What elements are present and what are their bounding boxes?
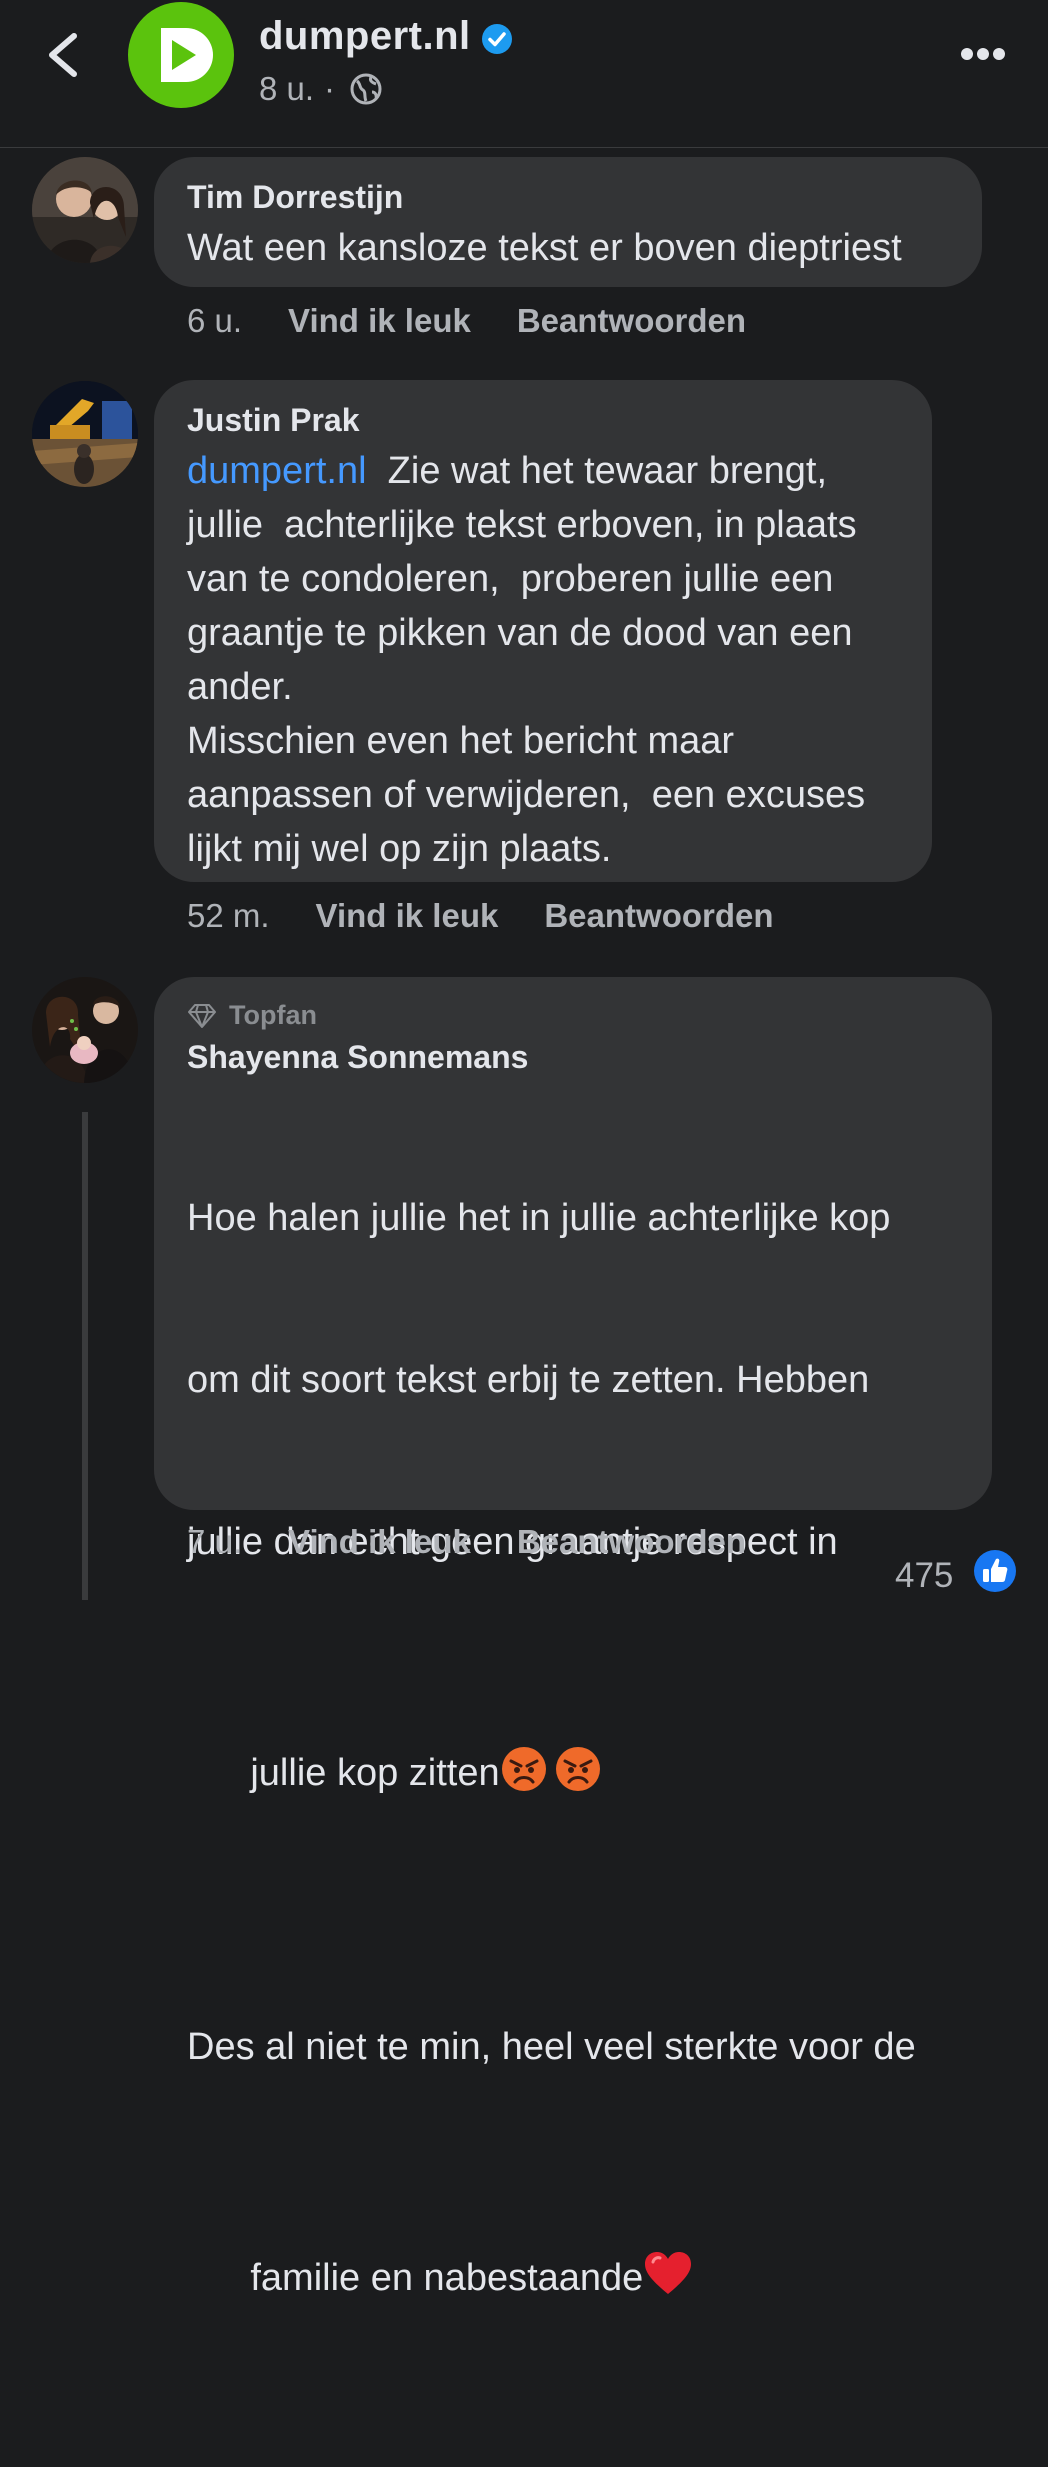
comment-bubble: Tim Dorrestijn Wat een kansloze tekst er… — [154, 157, 982, 287]
avatar-tim[interactable] — [32, 157, 138, 263]
like-button[interactable]: Vind ik leuk — [288, 302, 471, 340]
post-meta: 8 u. · — [259, 70, 383, 108]
reply-thread-line — [82, 1112, 88, 1600]
comment-text: Hoe halen jullie het in jullie achterlij… — [187, 1083, 916, 2467]
comment-line: jullie kop zitten — [250, 1752, 500, 1794]
reaction-count[interactable]: 475 — [895, 1556, 953, 1596]
dumpert-logo[interactable] — [128, 2, 234, 108]
meta-separator: · — [324, 70, 336, 107]
comment-time[interactable]: 6 u. — [187, 302, 242, 340]
reply-button[interactable]: Beantwoorden — [544, 897, 773, 935]
topfan-label: Topfan — [229, 1000, 317, 1030]
avatar-shayenna[interactable] — [32, 977, 138, 1083]
comment-actions: 52 m. Vind ik leuk Beantwoorden — [187, 897, 774, 935]
angry-face-emoji-icon — [555, 1747, 600, 1791]
comment-line: Des al niet te min, heel veel sterkte vo… — [187, 2026, 916, 2068]
post-header: dumpert.nl 8 u. · — [0, 0, 1048, 148]
globe-icon — [350, 73, 382, 105]
comment-text: dumpert.nl Zie wat het tewaar brengt, ju… — [187, 444, 865, 876]
red-heart-emoji-icon — [645, 2252, 692, 2294]
like-button[interactable]: Vind ik leuk — [316, 897, 499, 935]
angry-face-emoji-icon — [501, 1747, 546, 1791]
comment-author[interactable]: Tim Dorrestijn — [187, 179, 403, 216]
comment-author[interactable]: Justin Prak — [187, 402, 360, 439]
comment-line: aanpassen of verwijderen, een excuses — [187, 774, 866, 816]
reply-button[interactable]: Beantwoorden — [517, 302, 746, 340]
comment-text: Wat een kansloze tekst er boven dieptrie… — [187, 227, 902, 269]
verified-badge-icon — [482, 24, 512, 54]
comment-actions: 7 u. Vind ik leuk Beantwoorden — [187, 1523, 746, 1561]
comment-line: lijkt mij wel op zijn plaats. — [187, 828, 612, 870]
comment-line: Zie wat het tewaar brengt, — [366, 450, 827, 492]
comment-line: familie en nabestaande — [250, 2257, 644, 2299]
comment-actions: 6 u. Vind ik leuk Beantwoorden — [187, 302, 746, 340]
page-name[interactable]: dumpert.nl — [259, 14, 471, 59]
comment-line: Misschien even het bericht maar — [187, 720, 735, 762]
comment-time[interactable]: 52 m. — [187, 897, 270, 935]
post-time: 8 u. — [259, 70, 315, 107]
more-options-icon[interactable] — [960, 40, 1006, 68]
like-button[interactable]: Vind ik leuk — [288, 1523, 471, 1561]
comment-line: Hoe halen jullie het in jullie achterlij… — [187, 1197, 891, 1239]
comment-line: graantje te pikken van de dood van een — [187, 612, 853, 654]
back-arrow-icon[interactable] — [44, 32, 84, 78]
topfan-badge: Topfan — [187, 1000, 317, 1031]
comment-author[interactable]: Shayenna Sonnemans — [187, 1039, 528, 1076]
comment-bubble: Topfan Shayenna Sonnemans Hoe halen jull… — [154, 977, 992, 2299]
avatar-justin[interactable] — [32, 381, 138, 487]
comment-line: van te condoleren, proberen jullie een — [187, 558, 834, 600]
comment-time[interactable]: 7 u. — [187, 1523, 242, 1561]
comment-line-with-emoji: jullie kop zitten — [187, 1691, 916, 1854]
comment-bubble: Justin Prak dumpert.nl Zie wat het tewaa… — [154, 380, 932, 882]
comment-line: ander. — [187, 666, 293, 708]
comment-line: om dit soort tekst erbij te zetten. Hebb… — [187, 1359, 870, 1401]
comment-line: jullie achterlijke tekst erboven, in pla… — [187, 504, 857, 546]
like-reaction-icon[interactable] — [973, 1549, 1017, 1593]
diamond-icon — [188, 1003, 216, 1028]
reply-button[interactable]: Beantwoorden — [517, 1523, 746, 1561]
page-mention-link[interactable]: dumpert.nl — [187, 450, 367, 492]
comment-line-with-emoji: familie en nabestaande — [187, 2196, 916, 2359]
